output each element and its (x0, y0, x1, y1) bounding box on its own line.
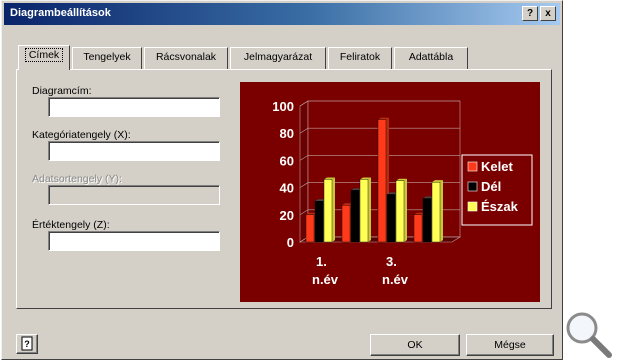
legend-label: Kelet (481, 159, 513, 174)
help-icon: ? (21, 336, 33, 351)
diagram-title-label: Diagramcím: (32, 85, 92, 97)
y-tick-label: 100 (272, 99, 294, 114)
series-axis-input (48, 185, 220, 205)
bar (386, 194, 396, 243)
bar-side (332, 177, 335, 242)
bar (422, 198, 432, 243)
bar-side (440, 180, 443, 242)
bar (323, 179, 333, 243)
bar (314, 200, 324, 243)
bar-side (368, 177, 371, 242)
bar (431, 181, 441, 243)
legend-swatch (467, 161, 478, 172)
tab-data-labels[interactable]: Feliratok (328, 47, 392, 69)
bar (341, 205, 351, 243)
diagram-title-input[interactable] (48, 97, 220, 117)
value-axis-input[interactable] (48, 231, 220, 251)
category-axis-input[interactable] (48, 141, 220, 161)
cancel-button[interactable]: Mégse (466, 334, 554, 356)
y-tick-label: 20 (280, 208, 294, 223)
bar (359, 179, 369, 243)
bar-side (404, 178, 407, 242)
zoom-magnifier-icon[interactable] (563, 308, 615, 360)
bar (377, 119, 387, 243)
legend-label: Észak (481, 199, 519, 214)
tab-titles-label: Címek (24, 48, 64, 62)
ok-button[interactable]: OK (370, 334, 460, 356)
y-tick-label: 40 (280, 181, 294, 196)
tab-data-table[interactable]: Adattábla (394, 47, 468, 69)
x-tick-label: n.év (382, 272, 409, 287)
bar (413, 214, 423, 243)
title-bar[interactable]: Diagrambeállítások ? x (4, 3, 560, 25)
chart-preview: 0 20 40 60 80 100 1. n.év 3. n.év Kelet Dél Észak (240, 82, 540, 302)
bar (350, 190, 360, 243)
help-button[interactable]: ? (522, 6, 538, 21)
series-axis-label: Adatsortengely (Y): (32, 173, 122, 185)
bar (305, 214, 315, 243)
tab-axes[interactable]: Tengelyek (72, 47, 142, 69)
tab-legend[interactable]: Jelmagyarázat (230, 47, 326, 69)
category-axis-label: Kategóriatengely (X): (32, 129, 131, 141)
chart-svg: 0 20 40 60 80 100 1. n.év 3. n.év Kelet Dél Észak (272, 99, 533, 287)
x-tick-label: 3. (386, 254, 397, 269)
y-tick-label: 0 (287, 235, 294, 250)
help-icon-button[interactable]: ? (16, 334, 38, 354)
dialog-title: Diagrambeállítások (10, 7, 111, 19)
legend-label: Dél (481, 179, 501, 194)
tab-titles[interactable]: Címek (18, 45, 70, 70)
y-tick-label: 60 (280, 153, 294, 168)
x-tick-label: n.év (312, 272, 339, 287)
chart-options-dialog: Diagrambeállítások ? x Címek Tengelyek R… (1, 0, 563, 360)
y-tick-label: 80 (280, 126, 294, 141)
x-tick-label: 1. (316, 254, 327, 269)
legend-swatch (467, 181, 478, 192)
close-button[interactable]: x (540, 6, 556, 21)
legend-swatch (467, 201, 478, 212)
value-axis-label: Értéktengely (Z): (32, 219, 110, 231)
tab-gridlines[interactable]: Rácsvonalak (144, 47, 228, 69)
svg-text:?: ? (24, 339, 30, 349)
bar (395, 180, 405, 243)
